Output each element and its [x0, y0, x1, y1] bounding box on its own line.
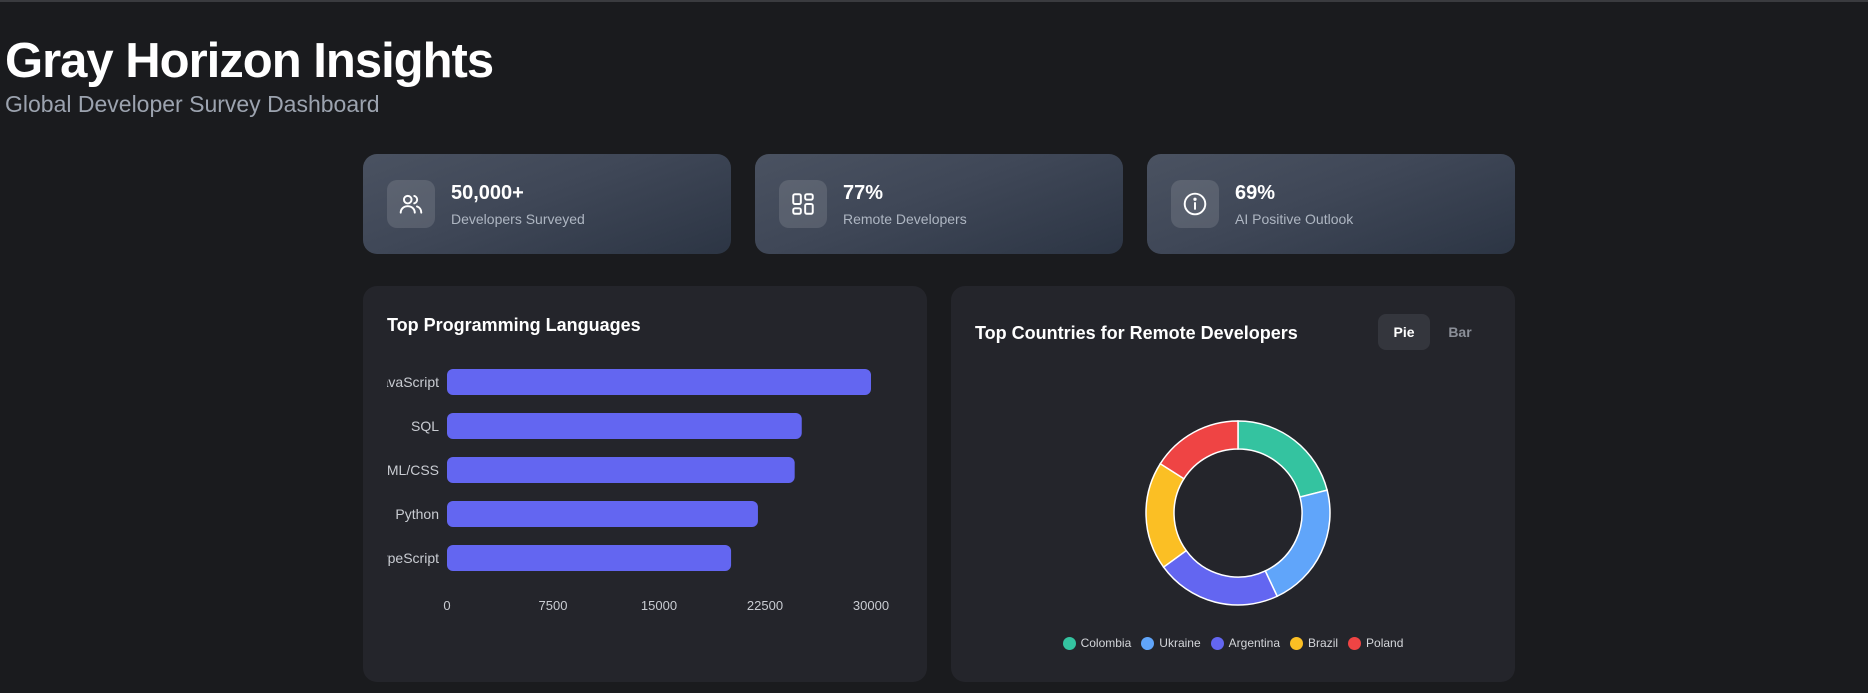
legend-swatch [1141, 636, 1155, 650]
legend-swatch [1348, 636, 1362, 650]
languages-bar-chart: JavaScript SQL HTML/CSS Python TypeScript 0 75… [368, 369, 889, 613]
languages-panel: Top Programming Languages JavaScript SQL H… [363, 286, 927, 682]
legend-label: Brazil [1308, 636, 1339, 650]
legend-swatch [1210, 636, 1224, 650]
x-tick-label: 7500 [539, 598, 568, 613]
legend-swatch [1062, 636, 1076, 650]
page-title: Gray Horizon Insights [5, 34, 494, 88]
stat-value: 69% [1235, 182, 1276, 204]
legend-item-argentina[interactable]: Argentina [1210, 636, 1281, 650]
bar-typescript [447, 545, 732, 571]
slice-colombia[interactable] [1237, 420, 1329, 498]
users-icon [387, 180, 435, 228]
legend-swatch [1290, 636, 1304, 650]
bar-htmlcss [447, 457, 795, 483]
countries-panel: Top Countries for Remote Developers Pie … [951, 286, 1515, 682]
x-tick-label: 0 [443, 598, 450, 613]
page-header: Gray Horizon Insights Global Developer S… [5, 32, 494, 118]
stat-card-remote: 77% Remote Developers [755, 154, 1123, 254]
legend-item-ukraine[interactable]: Ukraine [1141, 636, 1201, 650]
legend-item-poland[interactable]: Poland [1348, 636, 1403, 650]
window-top-border [0, 0, 1868, 2]
stat-value: 77% [843, 182, 884, 204]
legend-label: Colombia [1080, 636, 1132, 650]
slice-brazil[interactable] [1145, 462, 1188, 569]
legend-label: Argentina [1228, 636, 1281, 650]
y-tick-label: TypeScript [373, 550, 439, 566]
x-tick-label: 15000 [641, 598, 677, 613]
x-tick-label: 30000 [853, 598, 889, 613]
y-tick-label: JavaScript [374, 374, 439, 390]
stat-card-ai: 69% AI Positive Outlook [1147, 154, 1515, 254]
countries-donut-chart [1145, 420, 1331, 606]
legend-label: Poland [1366, 636, 1404, 650]
slice-poland[interactable] [1159, 420, 1239, 480]
slice-ukraine[interactable] [1264, 489, 1331, 598]
stat-label: AI Positive Outlook [1235, 211, 1354, 227]
legend-item-brazil[interactable]: Brazil [1290, 636, 1338, 650]
dashboard-icon [779, 180, 827, 228]
info-icon [1171, 180, 1219, 228]
y-tick-label: Python [395, 506, 439, 522]
slice-argentina[interactable] [1162, 549, 1279, 606]
bar-sql [447, 413, 802, 439]
bar-python [447, 501, 758, 527]
y-tick-label: SQL [411, 418, 439, 434]
stat-label: Developers Surveyed [451, 211, 585, 227]
stat-value: 50,000+ [451, 182, 524, 204]
stat-card-developers: 50,000+ Developers Surveyed [363, 154, 731, 254]
legend-item-colombia[interactable]: Colombia [1062, 636, 1132, 650]
stat-label: Remote Developers [843, 211, 967, 227]
y-tick-label: HTML/CSS [368, 462, 439, 478]
bar-javascript [447, 369, 871, 395]
chart-legend: Colombia Ukraine Argentina Brazil Poland [951, 636, 1515, 650]
page-subtitle: Global Developer Survey Dashboard [5, 91, 380, 117]
x-tick-label: 22500 [747, 598, 783, 613]
legend-label: Ukraine [1159, 636, 1201, 650]
